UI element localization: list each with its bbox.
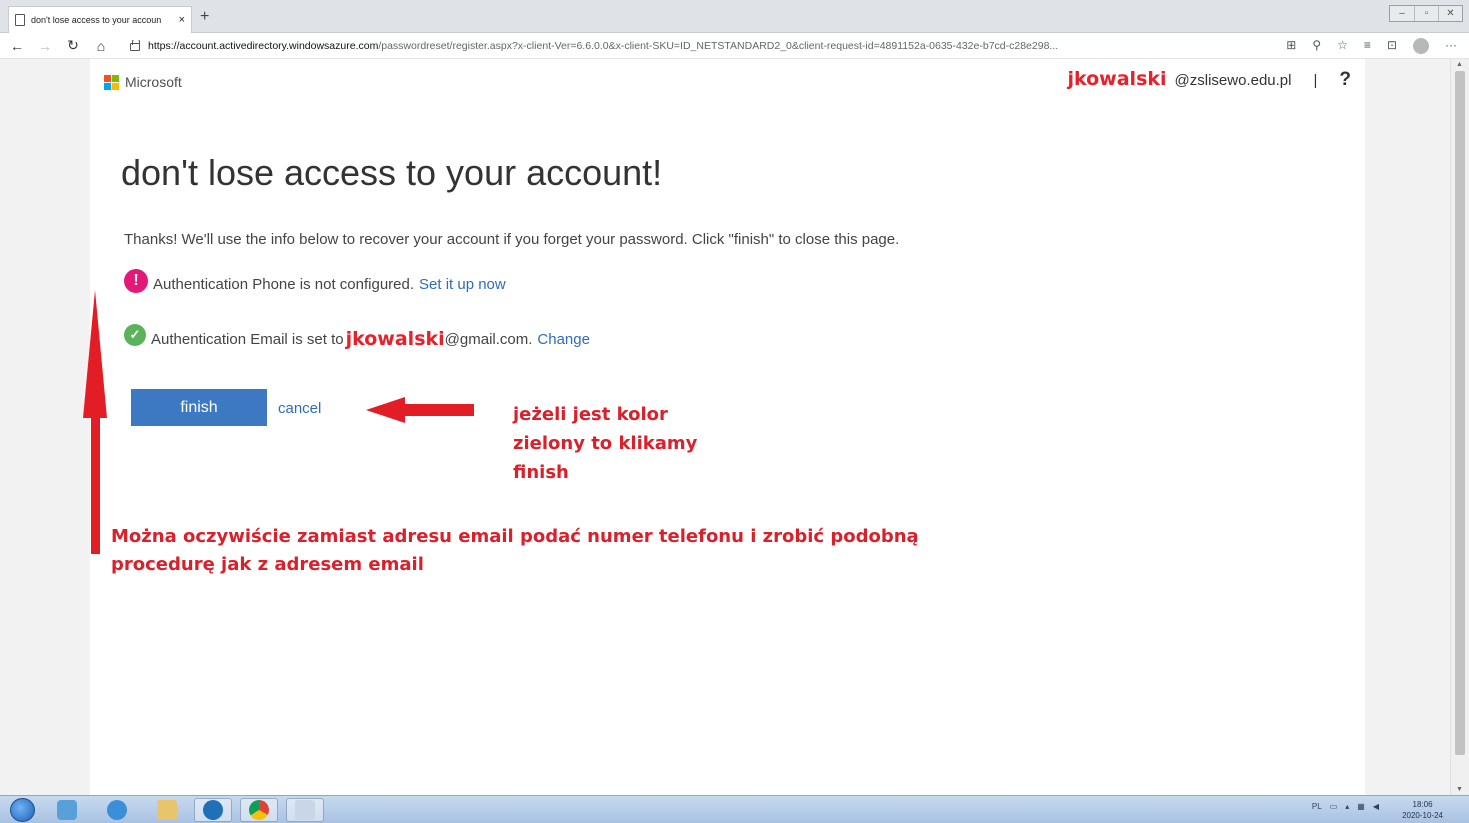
taskbar-app-ie-icon[interactable] xyxy=(98,798,136,822)
side-annotation-line: zielony to klikamy xyxy=(513,433,698,454)
keyboard-icon[interactable]: ▭ xyxy=(1330,802,1338,811)
taskbar-app-paint-icon[interactable] xyxy=(286,798,324,822)
system-tray: PL ▭ ▴ ▦ ◀ xyxy=(1312,802,1379,811)
start-button-icon[interactable] xyxy=(10,798,35,822)
annotation-arrows xyxy=(83,290,474,554)
taskbar-app-edge-icon[interactable] xyxy=(194,798,232,822)
clock-time: 18:06 xyxy=(1412,800,1433,809)
bottom-annotation: Można oczywiście zamiast adresu email po… xyxy=(111,523,919,579)
side-annotation: jeżeli jest kolor zielony to klikamy fin… xyxy=(513,400,697,487)
taskbar-app-folder-icon[interactable] xyxy=(148,798,186,822)
left-pointing-arrow xyxy=(366,397,474,423)
taskbar-app-chrome-icon[interactable] xyxy=(240,798,278,822)
side-annotation-line: jeżeli jest kolor xyxy=(513,404,668,425)
taskbar-app-explorer-icon[interactable] xyxy=(48,798,86,822)
taskbar-clock[interactable]: 18:06 2020-10-24 xyxy=(1402,799,1443,821)
windows-taskbar: PL ▭ ▴ ▦ ◀ 18:06 2020-10-24 xyxy=(0,795,1469,823)
tray-arrow-icon[interactable]: ▴ xyxy=(1345,802,1349,811)
clock-date: 2020-10-24 xyxy=(1402,811,1443,820)
network-icon[interactable]: ▦ xyxy=(1357,802,1365,811)
side-annotation-line: finish xyxy=(513,462,569,483)
bottom-annotation-line: Można oczywiście zamiast adresu email po… xyxy=(111,526,919,547)
volume-icon[interactable]: ◀ xyxy=(1373,802,1379,811)
language-indicator[interactable]: PL xyxy=(1312,802,1322,811)
bottom-annotation-line: procedurę jak z adresem email xyxy=(111,554,424,575)
up-pointing-arrow xyxy=(83,290,107,554)
